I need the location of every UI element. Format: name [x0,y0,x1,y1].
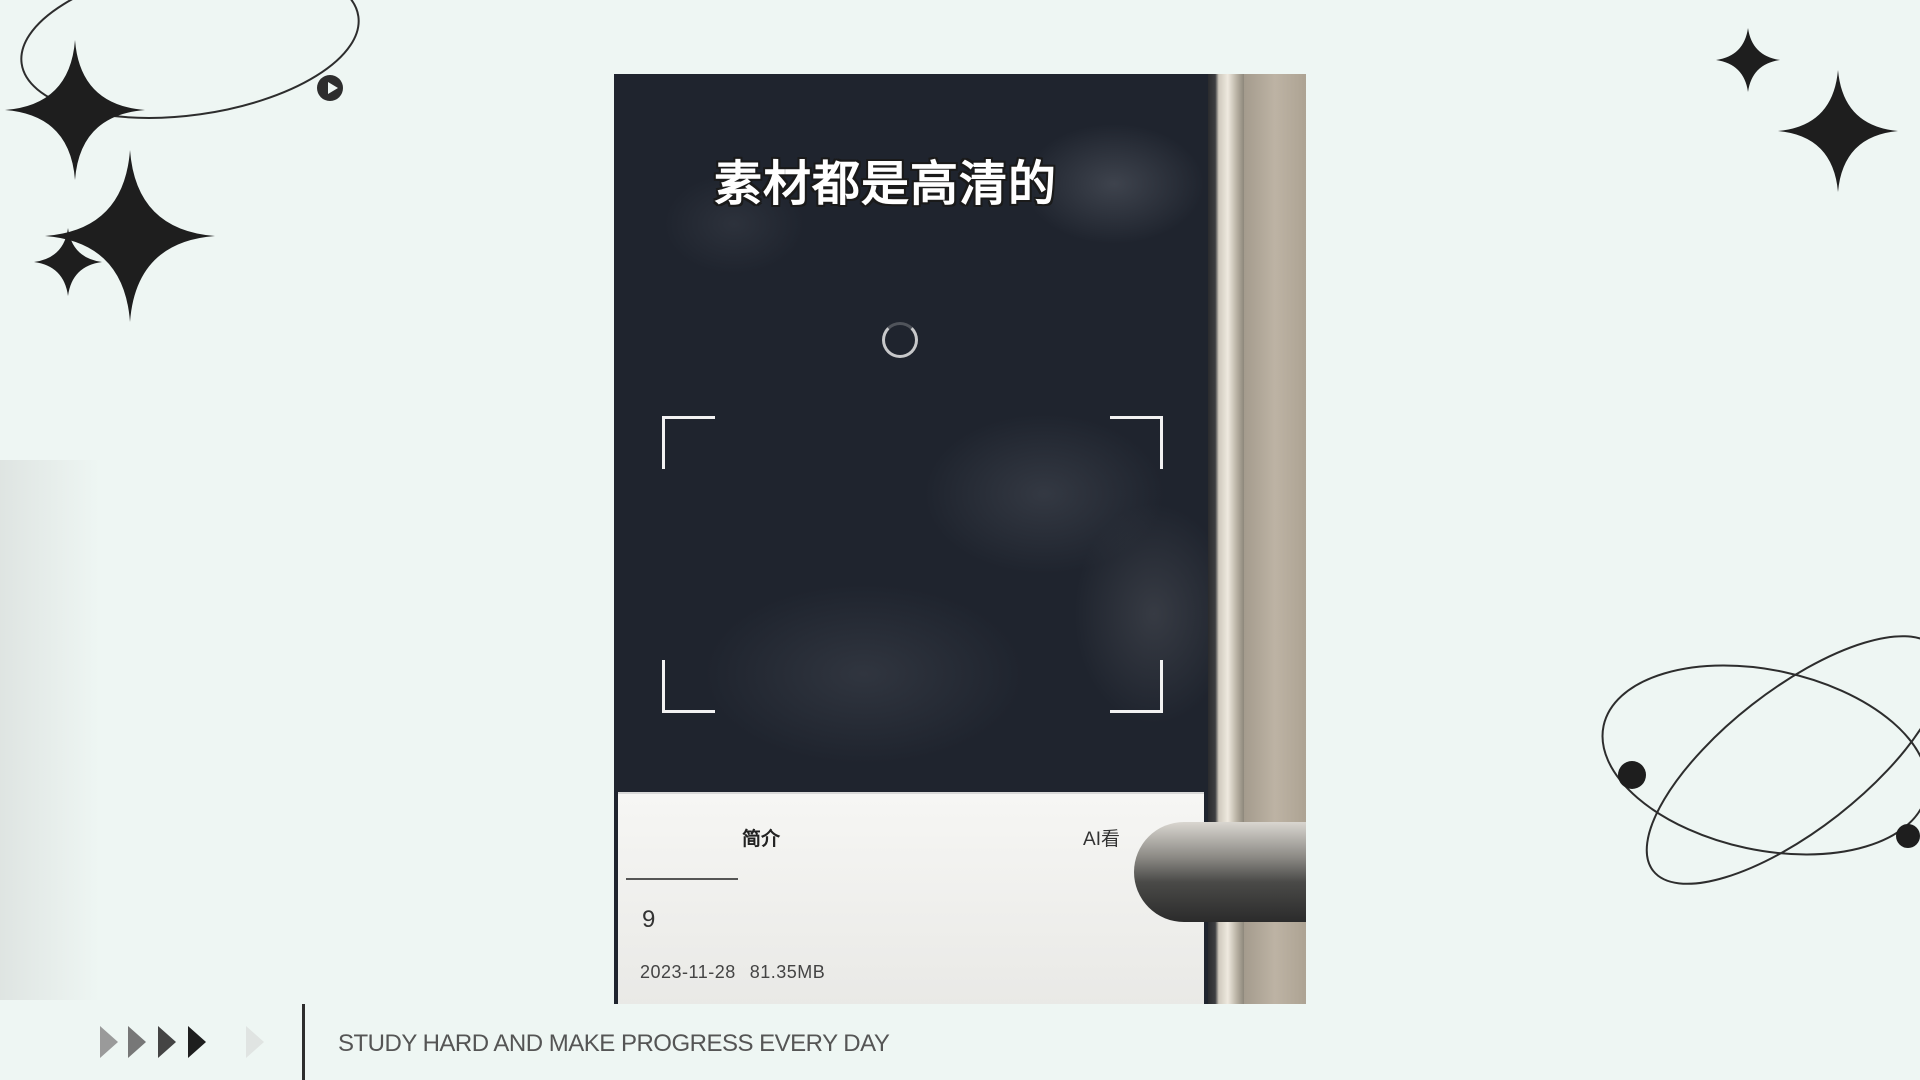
tab-ai-watch[interactable]: AI看 [1083,824,1120,851]
left-shadow [0,460,100,1000]
orbit-ring-icon [1645,635,1920,885]
orbit-ring-icon [1601,664,1920,856]
stylus-pen [1134,822,1306,922]
loading-ring-icon [882,322,918,358]
play-arrow-icon [100,1026,118,1058]
sparkle-star-icon [1778,70,1898,192]
tab-underline [626,878,738,880]
sparkle-star-icon [1716,28,1780,92]
orbit-dot-icon [1618,761,1646,789]
tab-intro[interactable]: 简介 [742,824,780,851]
episode-number: 9 [642,906,656,933]
video-meta: 2023-11-28 81.35MB [640,962,825,983]
file-size: 81.35MB [749,962,826,982]
orbit-dot-icon [1896,824,1920,848]
focus-corner-top-right-icon [1110,416,1163,469]
video-info-panel: 简介 AI看 9 2023-11-28 81.35MB [618,792,1204,1004]
focus-corner-top-left-icon [662,416,715,469]
upload-date: 2023-11-28 [640,962,736,982]
footer-divider [302,1004,305,1080]
focus-corner-bottom-right-icon [1110,660,1163,713]
video-subtitle: 素材都是高清的 [714,158,1058,211]
focus-corner-bottom-left-icon [662,660,715,713]
sparkle-star-icon [45,150,215,322]
play-arrow-icon [128,1026,146,1058]
sparkle-star-icon [5,40,145,180]
play-arrow-icon [188,1026,206,1058]
footer-slogan: STUDY HARD AND MAKE PROGRESS EVERY DAY [338,1030,890,1057]
play-arrow-icon [158,1026,176,1058]
play-arrow-icon [246,1026,264,1058]
phone-video-frame: 简介 AI看 9 2023-11-28 81.35MB 素材都是高清的 [614,74,1306,1004]
